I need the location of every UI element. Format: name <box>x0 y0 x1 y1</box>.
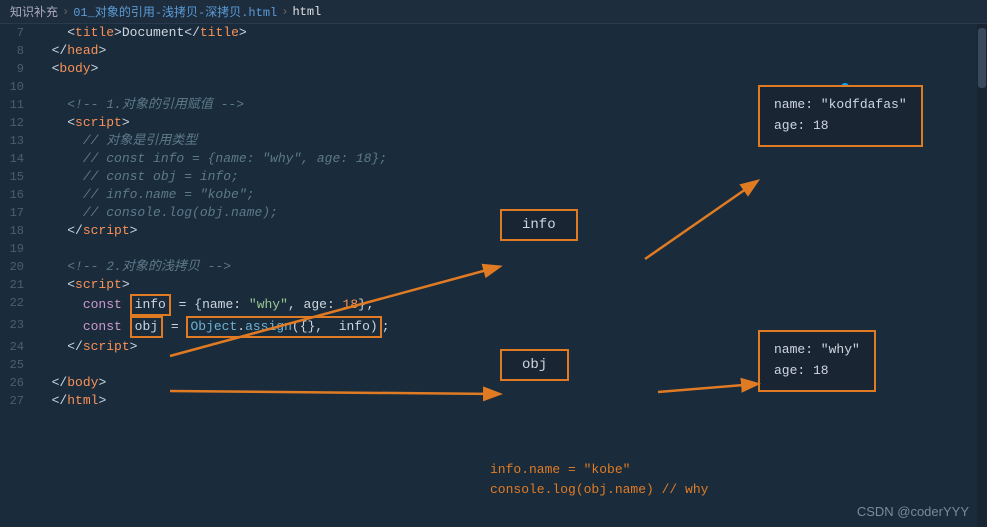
code-line-20: 20 <!-- 2.对象的浅拷贝 --> <box>0 258 977 276</box>
code-line-15: 15 // const obj = info; <box>0 168 977 186</box>
annotation-info-content: name: "kodfdafas" age: 18 <box>758 85 923 147</box>
code-line-27: 27 </html> <box>0 392 977 410</box>
code-line-22: 22 const info = {name: "why", age: 18}; <box>0 294 977 316</box>
bottom-annotation: info.name = "kobe" console.log(obj.name)… <box>490 460 708 499</box>
code-line-17: 17 // console.log(obj.name); <box>0 204 977 222</box>
info-label-text: info <box>522 217 556 233</box>
code-line-14: 14 // const info = {name: "why", age: 18… <box>0 150 977 168</box>
scrollbar[interactable] <box>977 24 987 527</box>
annotation-obj-content: name: "why" age: 18 <box>758 330 876 392</box>
bc-item-3: html <box>292 5 321 19</box>
code-line-16: 16 // info.name = "kobe"; <box>0 186 977 204</box>
obj-content-line2: age: 18 <box>774 361 860 382</box>
obj-content-line1: name: "why" <box>774 340 860 361</box>
watermark: CSDN @coderYYY <box>857 504 969 519</box>
annotation-info-label: info <box>500 209 578 241</box>
code-line-9: 9 <body> <box>0 60 977 78</box>
code-line-7: 7 <title>Document</title> <box>0 24 977 42</box>
info-content-line2: age: 18 <box>774 116 907 137</box>
annotation-obj-label: obj <box>500 349 569 381</box>
code-line-8: 8 </head> <box>0 42 977 60</box>
bc-sep-2: › <box>281 5 288 19</box>
bottom-line2: console.log(obj.name) // why <box>490 480 708 500</box>
code-line-19: 19 <box>0 240 977 258</box>
obj-label-text: obj <box>522 357 547 373</box>
bc-item-2[interactable]: 01_对象的引用-浅拷贝-深拷贝.html <box>73 3 277 20</box>
bc-sep-1: › <box>62 5 69 19</box>
info-content-line1: name: "kodfdafas" <box>774 95 907 116</box>
bottom-line1: info.name = "kobe" <box>490 460 708 480</box>
code-line-18: 18 </script> <box>0 222 977 240</box>
bc-item-1: 知识补充 <box>10 3 58 20</box>
scrollbar-thumb[interactable] <box>978 28 986 88</box>
breadcrumb: 知识补充 › 01_对象的引用-浅拷贝-深拷贝.html › html <box>0 0 987 24</box>
code-line-21: 21 <script> <box>0 276 977 294</box>
